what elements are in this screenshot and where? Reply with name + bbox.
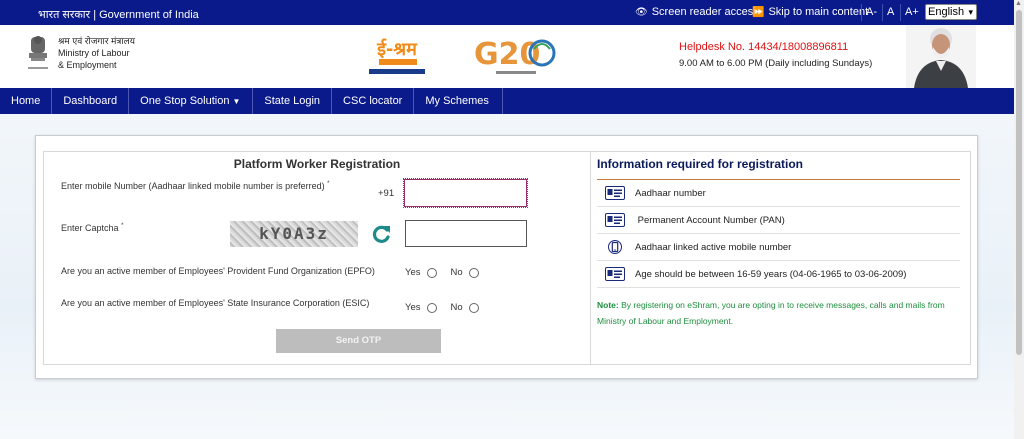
epfo-no-label: No <box>450 267 463 278</box>
info-item-aadhaar: Aadhaar number <box>597 180 960 207</box>
mobile-phone-icon <box>608 240 622 254</box>
note-label: Note: <box>597 300 619 310</box>
language-value: English <box>928 6 965 18</box>
nav-one-stop-solution[interactable]: One Stop Solution ▼ <box>129 88 254 114</box>
id-card-icon <box>605 267 625 281</box>
skip-to-content-link[interactable]: ⏩ Skip to main content <box>752 6 868 18</box>
caret-down-icon: ▼ <box>232 97 241 106</box>
language-select[interactable]: English ▾ <box>925 4 977 20</box>
eye-icon: 👁 <box>635 6 648 18</box>
government-top-bar: भारत सरकार | Government of India 👁 Scree… <box>0 0 1014 25</box>
epfo-radio-group: Yes No <box>405 267 493 278</box>
esic-no-label: No <box>450 302 463 313</box>
consent-note: Note: By registering on eShram, you are … <box>597 297 972 329</box>
registration-card: Platform Worker Registration Enter mobil… <box>35 135 978 379</box>
chevron-down-icon: ▾ <box>968 7 973 17</box>
government-of-india-text: भारत सरकार | Government of India <box>38 9 199 21</box>
g20-logo: G20 <box>474 37 556 74</box>
info-text-pan: Permanent Account Number (PAN) <box>635 214 785 226</box>
esic-radio-group: Yes No <box>405 302 493 313</box>
font-normal-button[interactable]: A <box>882 4 898 21</box>
screen-reader-label: Screen reader access <box>651 6 759 18</box>
font-decrease-button[interactable]: A- <box>861 4 881 21</box>
captcha-input[interactable] <box>405 220 527 247</box>
nav-state-login[interactable]: State Login <box>253 88 333 114</box>
note-text: By registering on eShram, you are opting… <box>597 300 945 326</box>
ministry-line2: & Employment <box>58 60 117 70</box>
eshram-logo-text: ई-श्रम <box>376 38 418 60</box>
screen-reader-link[interactable]: 👁 Screen reader access <box>635 6 759 18</box>
mobile-label: Enter mobile Number (Aadhaar linked mobi… <box>61 181 329 191</box>
mobile-label-text: Enter mobile Number (Aadhaar linked mobi… <box>61 181 325 191</box>
send-otp-button[interactable]: Send OTP <box>276 329 441 353</box>
scroll-up-arrow-icon[interactable]: ▲ <box>1015 0 1022 7</box>
ministry-name: श्रम एवं रोजगार मंत्रालय Ministry of Lab… <box>58 35 135 71</box>
country-code-prefix: +91 <box>378 188 395 199</box>
captcha-label: Enter Captcha * <box>61 223 123 233</box>
info-text-mobile: Aadhaar linked active mobile number <box>635 241 792 253</box>
nav-my-schemes[interactable]: My Schemes <box>414 88 503 114</box>
helpdesk-hours: 9.00 AM to 6.00 PM (Daily including Sund… <box>679 58 873 69</box>
epfo-question: Are you an active member of Employees' P… <box>61 266 375 276</box>
site-header: श्रम एवं रोजगार मंत्रालय Ministry of Lab… <box>0 25 1014 88</box>
required-mark: * <box>121 223 124 229</box>
registration-panel: Platform Worker Registration Enter mobil… <box>43 151 971 365</box>
esic-no-radio[interactable] <box>468 302 479 313</box>
esic-yes-radio[interactable] <box>426 302 437 313</box>
font-increase-button[interactable]: A+ <box>900 4 923 21</box>
page-scrollbar[interactable]: ▲ <box>1014 0 1024 439</box>
id-card-icon <box>605 186 625 200</box>
refresh-icon[interactable] <box>370 223 392 245</box>
info-title: Information required for registration <box>597 157 804 171</box>
eshram-logo[interactable]: ई-श्रम <box>367 31 427 79</box>
esic-question: Are you an active member of Employees' S… <box>61 298 370 308</box>
nav-home[interactable]: Home <box>0 88 53 114</box>
form-title: Platform Worker Registration <box>233 157 401 171</box>
info-item-age: Age should be between 16-59 years (04-06… <box>597 261 960 288</box>
info-item-mobile: Aadhaar linked active mobile number <box>597 234 960 261</box>
ministry-line1: Ministry of Labour <box>58 48 130 58</box>
nav-dashboard[interactable]: Dashboard <box>52 88 130 114</box>
epfo-yes-radio[interactable] <box>426 267 437 278</box>
captcha-label-text: Enter Captcha <box>61 223 119 233</box>
info-text-aadhaar: Aadhaar number <box>635 187 706 199</box>
portrait-photo <box>906 25 976 88</box>
national-emblem-icon <box>28 36 48 69</box>
panel-divider <box>590 152 591 364</box>
nav-csc-locator[interactable]: CSC locator <box>332 88 415 114</box>
esic-yes-label: Yes <box>405 302 421 313</box>
ministry-hindi: श्रम एवं रोजगार मंत्रालय <box>58 36 136 46</box>
scrollbar-thumb[interactable] <box>1016 10 1022 355</box>
required-mark: * <box>327 181 330 187</box>
info-text-age: Age should be between 16-59 years (04-06… <box>635 268 907 280</box>
epfo-no-radio[interactable] <box>468 267 479 278</box>
info-item-pan: Permanent Account Number (PAN) <box>597 207 960 234</box>
skip-forward-icon: ⏩ <box>752 6 765 18</box>
epfo-yes-label: Yes <box>405 267 421 278</box>
main-navigation: Home Dashboard One Stop Solution ▼ State … <box>0 88 1014 114</box>
mobile-number-input[interactable] <box>403 178 528 208</box>
skip-label: Skip to main content <box>768 6 869 18</box>
captcha-image: kY0A3z <box>230 221 358 247</box>
id-card-icon <box>605 213 625 227</box>
helpdesk-number: Helpdesk No. 14434/18008896811 <box>679 41 849 53</box>
nav-one-stop-label: One Stop Solution <box>140 95 230 107</box>
